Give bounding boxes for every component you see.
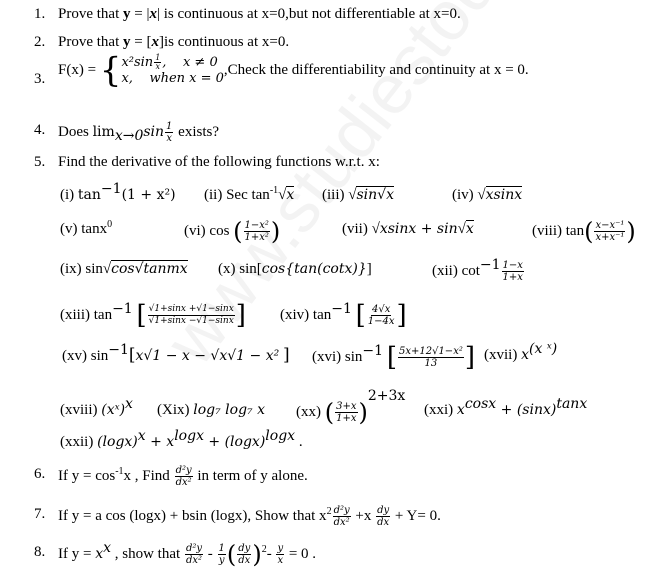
question-number: 4. — [34, 122, 46, 138]
question-number: 6. — [34, 466, 46, 482]
question-number: 1. — [34, 6, 46, 22]
question-text: If y = cos-1x , Find d²y dx² in term of y… — [58, 465, 308, 488]
part-xii: (xii) cot−1 1−x 1+x — [432, 256, 524, 283]
question-text: If y = xx , show that d²y dx² - 1 y(dy dx)2… — [58, 539, 317, 569]
question-text: Prove that y = [x]is continuous at x=0. — [58, 34, 290, 50]
part-xxii: (xxii) (logx)x + xlogx + (logx)logx . — [60, 428, 303, 450]
part-i: (i) tan−1(1 + x²) — [60, 181, 176, 203]
question-text: If y = a cos (logx) + bsin (logx), Show … — [58, 505, 441, 528]
question-text: Prove that y = |x| is continuous at x=0,… — [58, 6, 461, 22]
part-ii: (ii) Sec tan-1√x — [204, 185, 295, 203]
piecewise-cases: x²sin 1 x, x ≠ 0 x, when x = 0 — [121, 53, 224, 87]
part-xv: (xv) sin−1[x√1 − x − √x√1 − x² ] — [62, 342, 290, 365]
part-xxi: (xxi) xcosx + (sinx)tanx — [424, 396, 588, 418]
left-brace: { — [99, 50, 122, 91]
part-xiv: (xiv) tan−1 [4√x 1−4x] — [280, 300, 407, 331]
question-number: 3. — [34, 71, 46, 87]
part-v: (v) tanx0 — [60, 219, 113, 238]
part-iii: (iii) √sin√x — [322, 186, 394, 203]
part-xvii: (xvii) x(x ˣ) — [484, 341, 558, 363]
part-xx: (xx) (3+x 1+x)2+3x — [296, 387, 406, 427]
part-vii: (vii) √xsinx + sin√x — [342, 220, 474, 237]
part-xiii: (xiii) tan−1 [√1+sinx +√1−sinx √1+sinx −√… — [60, 300, 246, 331]
part-ix: (ix) sin√cos√tanmx — [60, 260, 188, 277]
part-xviii: (xviii) (xˣ)x — [60, 396, 133, 418]
part-vi: (vi) cos (1−x² 1+x²) — [184, 217, 281, 246]
question-text: Does limx→0sin 1 x exists? — [58, 121, 219, 144]
part-x: (x) sin[cos{tan(cotx)}] — [218, 261, 372, 277]
question-number: 7. — [34, 506, 46, 522]
part-iv: (iv) √xsinx — [452, 186, 523, 203]
question-number: 2. — [34, 34, 46, 50]
part-xvi: (xvi) sin−1 [5x+12√1−x² 13] — [312, 342, 475, 373]
question-text: F(x) = { x²sin 1 x, x ≠ 0 x, when x = 0 ,C… — [58, 50, 529, 91]
question-text: Find the derivative of the following fun… — [58, 154, 380, 170]
question-number: 8. — [34, 544, 46, 560]
part-viii: (viii) tan(x−x⁻¹ x+x⁻¹) — [532, 217, 636, 246]
question-number: 5. — [34, 154, 46, 170]
part-xix: (Xix) log₇ log₇ x — [157, 402, 266, 418]
